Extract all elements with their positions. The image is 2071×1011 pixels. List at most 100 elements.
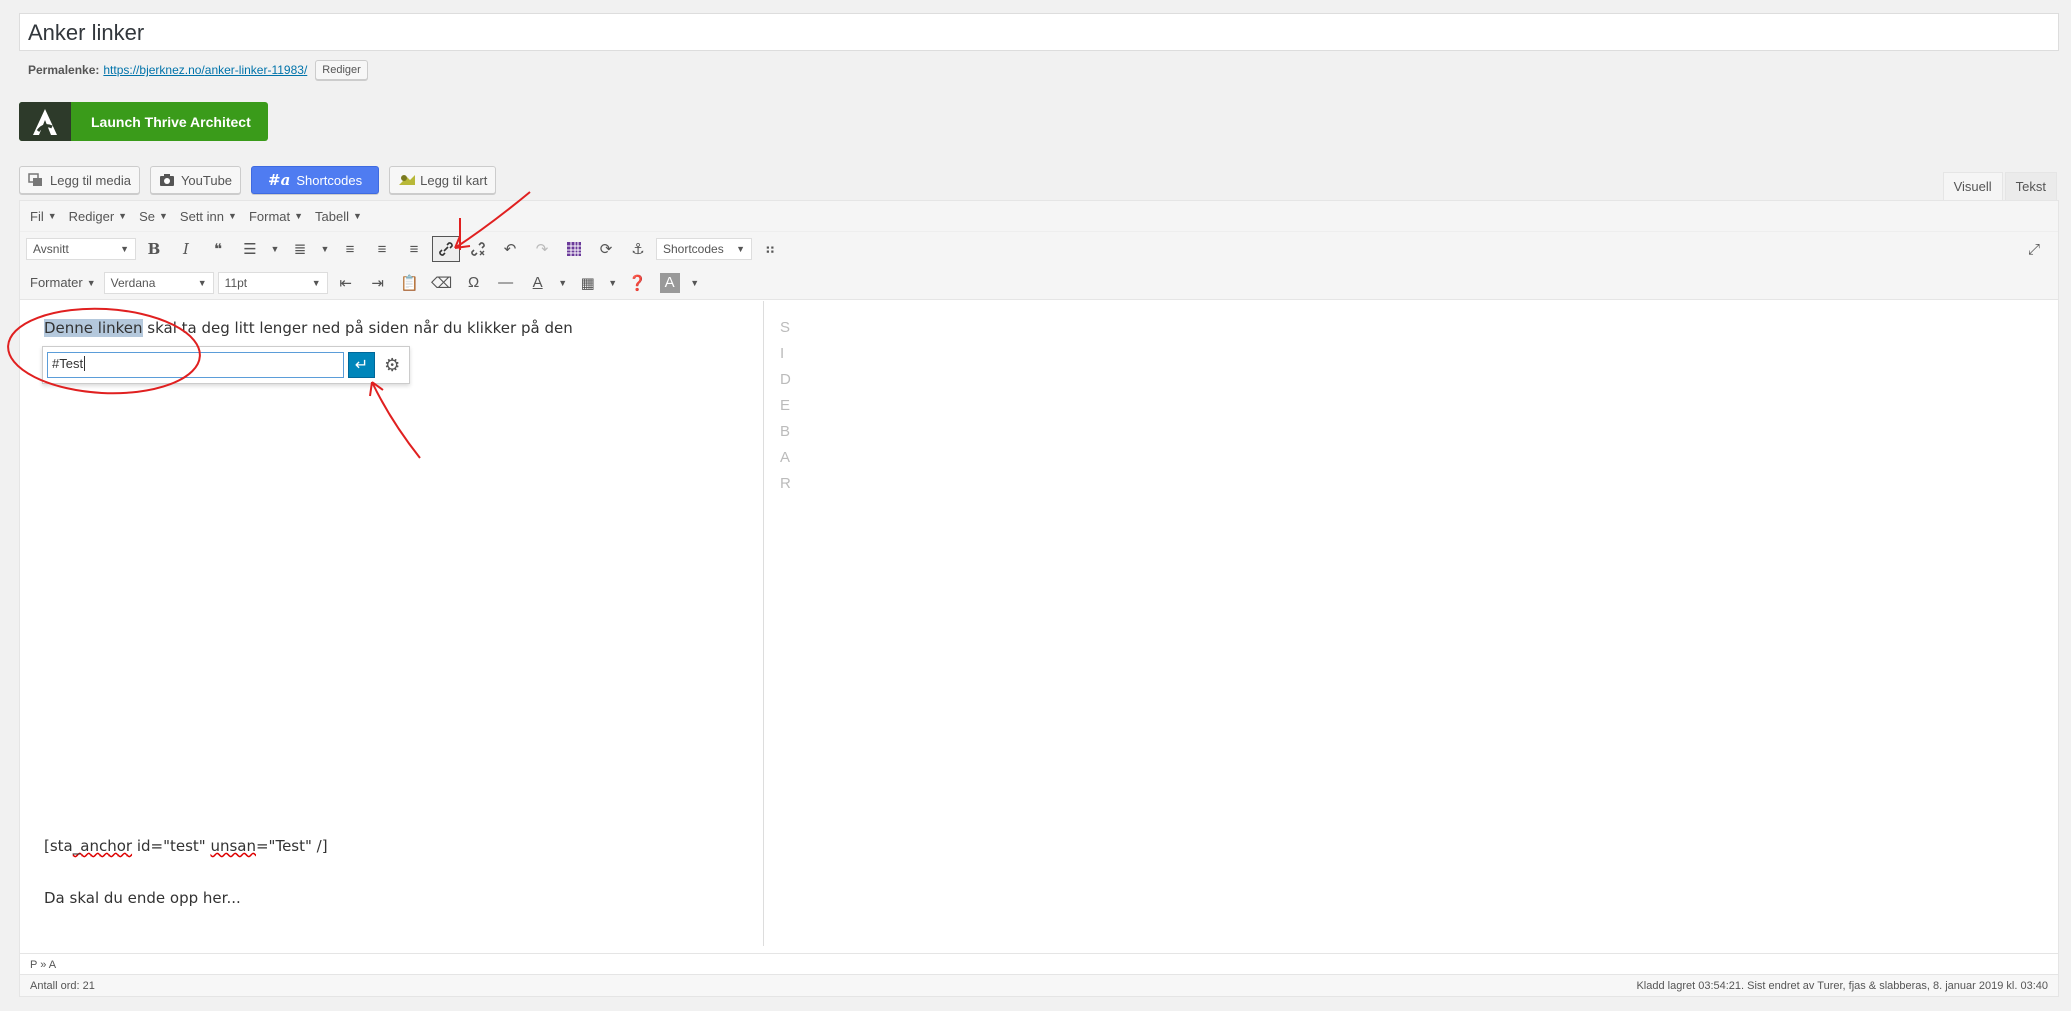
insert-link-icon[interactable] (432, 236, 460, 262)
caret-down-icon: ▼ (47, 211, 57, 221)
paragraph-1: Denne linken skal ta deg litt lenger ned… (44, 319, 573, 337)
shortcodes-label: Shortcodes (296, 172, 363, 188)
numbered-list-icon[interactable]: ≣ (286, 236, 314, 262)
caret-down-icon: ▼ (120, 244, 129, 254)
blockquote-icon[interactable]: ❝ (204, 236, 232, 262)
editor-footer: Antall ord: 21 Kladd lagret 03:54:21. Si… (20, 974, 2058, 996)
tab-text[interactable]: Tekst (2004, 172, 2057, 201)
menu-insert[interactable]: Sett inn ▼ (180, 209, 237, 224)
caret-down-icon: ▼ (118, 211, 128, 221)
caret-down-icon: ▼ (311, 277, 321, 288)
tab-visual[interactable]: Visuell (1942, 172, 2003, 201)
menu-file[interactable]: Fil ▼ (30, 209, 57, 224)
map-icon (398, 173, 416, 187)
bold-button[interactable]: B (140, 236, 168, 262)
link-url-input[interactable]: #Test (47, 352, 344, 378)
menu-format[interactable]: Format ▼ (249, 209, 303, 224)
thrive-logo-icon (19, 102, 71, 141)
edit-permalink-button[interactable]: Rediger (315, 60, 368, 80)
special-character-icon[interactable]: Ω (460, 270, 488, 296)
indent-icon[interactable]: ⇥ (364, 270, 392, 296)
outdent-icon[interactable]: ⇤ (332, 270, 360, 296)
text-color-icon[interactable]: A (524, 270, 552, 296)
caret-down-icon: ▼ (353, 211, 362, 221)
caret-down-icon: ▼ (294, 211, 304, 221)
sidebar-letter: R (780, 475, 791, 492)
calendar-grid-icon[interactable] (560, 236, 588, 262)
permalink-slug: anker-linker-11983 (204, 63, 304, 77)
fullscreen-icon[interactable]: ⤢ (2020, 236, 2048, 262)
anchor-icon[interactable]: ⚓ (624, 236, 652, 262)
sidebar-letter: D (780, 371, 791, 388)
align-center-icon[interactable]: ≡ (368, 236, 396, 262)
italic-button[interactable]: I (172, 236, 200, 262)
menu-table[interactable]: Tabell ▼ (315, 209, 362, 224)
thrive-button-label: Launch Thrive Architect (91, 113, 251, 130)
undo-icon[interactable]: ↶ (496, 236, 524, 262)
shortcodes-select-value: Shortcodes (663, 242, 724, 256)
editor: Fil ▼ Rediger ▼ Se ▼ Sett inn ▼ Format ▼ Tabe… (19, 200, 2059, 997)
paste-text-icon[interactable]: 📋 (396, 270, 424, 296)
bullet-list-icon[interactable]: ☰ (236, 236, 264, 262)
shortcode-part-e: ="Test" /] (255, 837, 328, 855)
youtube-button[interactable]: YouTube (149, 166, 242, 194)
font-select-value: Verdana (110, 275, 156, 290)
refresh-icon[interactable]: ⟳ (592, 236, 620, 262)
help-icon[interactable]: ❓ (624, 270, 652, 296)
formats-dropdown[interactable]: Formater ▼ (26, 275, 100, 290)
caret-down-icon[interactable]: ▼ (688, 270, 702, 296)
align-right-icon[interactable]: ≡ (400, 236, 428, 262)
paragraph-select-value: Avsnitt (33, 242, 69, 256)
permalink-base: https://bjerknez.no/ (103, 63, 205, 77)
permalink-link[interactable]: https://bjerknez.no/anker-linker-11983/ (103, 63, 307, 77)
shortcode-part-b: _anchor (72, 837, 133, 855)
font-family-select[interactable]: Verdana ▼ (103, 271, 214, 294)
clear-formatting-icon[interactable]: ⌫ (428, 270, 456, 296)
shortcodes-icon: #a (268, 171, 291, 189)
toolbar-row-2: Formater ▼ Verdana ▼ 11pt ▼ ⇤ ⇥ 📋 ⌫ Ω ― A ▼… (20, 266, 2058, 300)
selected-link-text[interactable]: Denne linken (44, 319, 143, 337)
kitchen-sink-icon[interactable]: ⠶ (756, 236, 784, 262)
editor-content[interactable]: Denne linken skal ta deg litt lenger ned… (20, 301, 763, 946)
shortcode-part-d: unsan (210, 837, 256, 855)
apply-link-button[interactable]: ↵ (347, 352, 376, 378)
post-title-input[interactable]: Anker linker (19, 13, 2059, 51)
permalink-suffix: / (303, 63, 308, 77)
add-media-button[interactable]: Legg til media (19, 166, 140, 194)
caret-down-icon[interactable]: ▼ (268, 236, 282, 262)
background-color-icon[interactable]: A (659, 272, 680, 293)
size-select-value: 11pt (224, 275, 248, 290)
caret-down-icon[interactable]: ▼ (556, 270, 570, 296)
menu-view[interactable]: Se ▼ (139, 209, 168, 224)
add-map-button[interactable]: Legg til kart (389, 166, 497, 194)
menu-file-label: Fil (30, 208, 44, 224)
youtube-label: YouTube (180, 172, 233, 188)
shortcodes-button[interactable]: #a Shortcodes (251, 166, 380, 194)
table-icon[interactable]: ▦ (574, 270, 602, 296)
launch-thrive-architect-button[interactable]: Launch Thrive Architect (19, 102, 268, 141)
editor-tabs: Visuell Tekst (1942, 172, 2057, 201)
align-left-icon[interactable]: ≡ (336, 236, 364, 262)
sidebar-letter: E (780, 397, 791, 414)
sidebar-letter: I (780, 345, 785, 362)
shortcode-part-a: [sta (44, 837, 73, 855)
menu-edit[interactable]: Rediger ▼ (69, 209, 127, 224)
permalink-row: Permalenke: https://bjerknez.no/anker-li… (28, 60, 368, 80)
menu-view-label: Se (139, 208, 155, 224)
font-size-select[interactable]: 11pt ▼ (217, 271, 328, 294)
unlink-icon[interactable] (464, 236, 492, 262)
gear-icon[interactable]: ⚙ (379, 352, 405, 378)
media-icon (28, 173, 44, 187)
toolbar-row-1: Avsnitt ▼ B I ❝ ☰ ▼ ≣ ▼ ≡ ≡ ≡ ↶ ↷ ⟳ ⚓ Sho… (20, 232, 2058, 266)
editor-menubar: Fil ▼ Rediger ▼ Se ▼ Sett inn ▼ Format ▼ Tabe… (20, 201, 2058, 232)
paragraph-1-rest: skal ta deg litt lenger ned på siden når… (142, 319, 573, 337)
link-url-value: #Test (52, 356, 84, 371)
caret-down-icon[interactable]: ▼ (606, 270, 620, 296)
paragraph-format-select[interactable]: Avsnitt ▼ (26, 238, 136, 260)
permalink-label: Permalenke: (28, 63, 100, 77)
horizontal-rule-icon[interactable]: ― (492, 270, 520, 296)
caret-down-icon[interactable]: ▼ (318, 236, 332, 262)
caret-down-icon: ▼ (228, 211, 237, 221)
redo-icon[interactable]: ↷ (528, 236, 556, 262)
shortcodes-select[interactable]: Shortcodes ▼ (656, 238, 752, 260)
